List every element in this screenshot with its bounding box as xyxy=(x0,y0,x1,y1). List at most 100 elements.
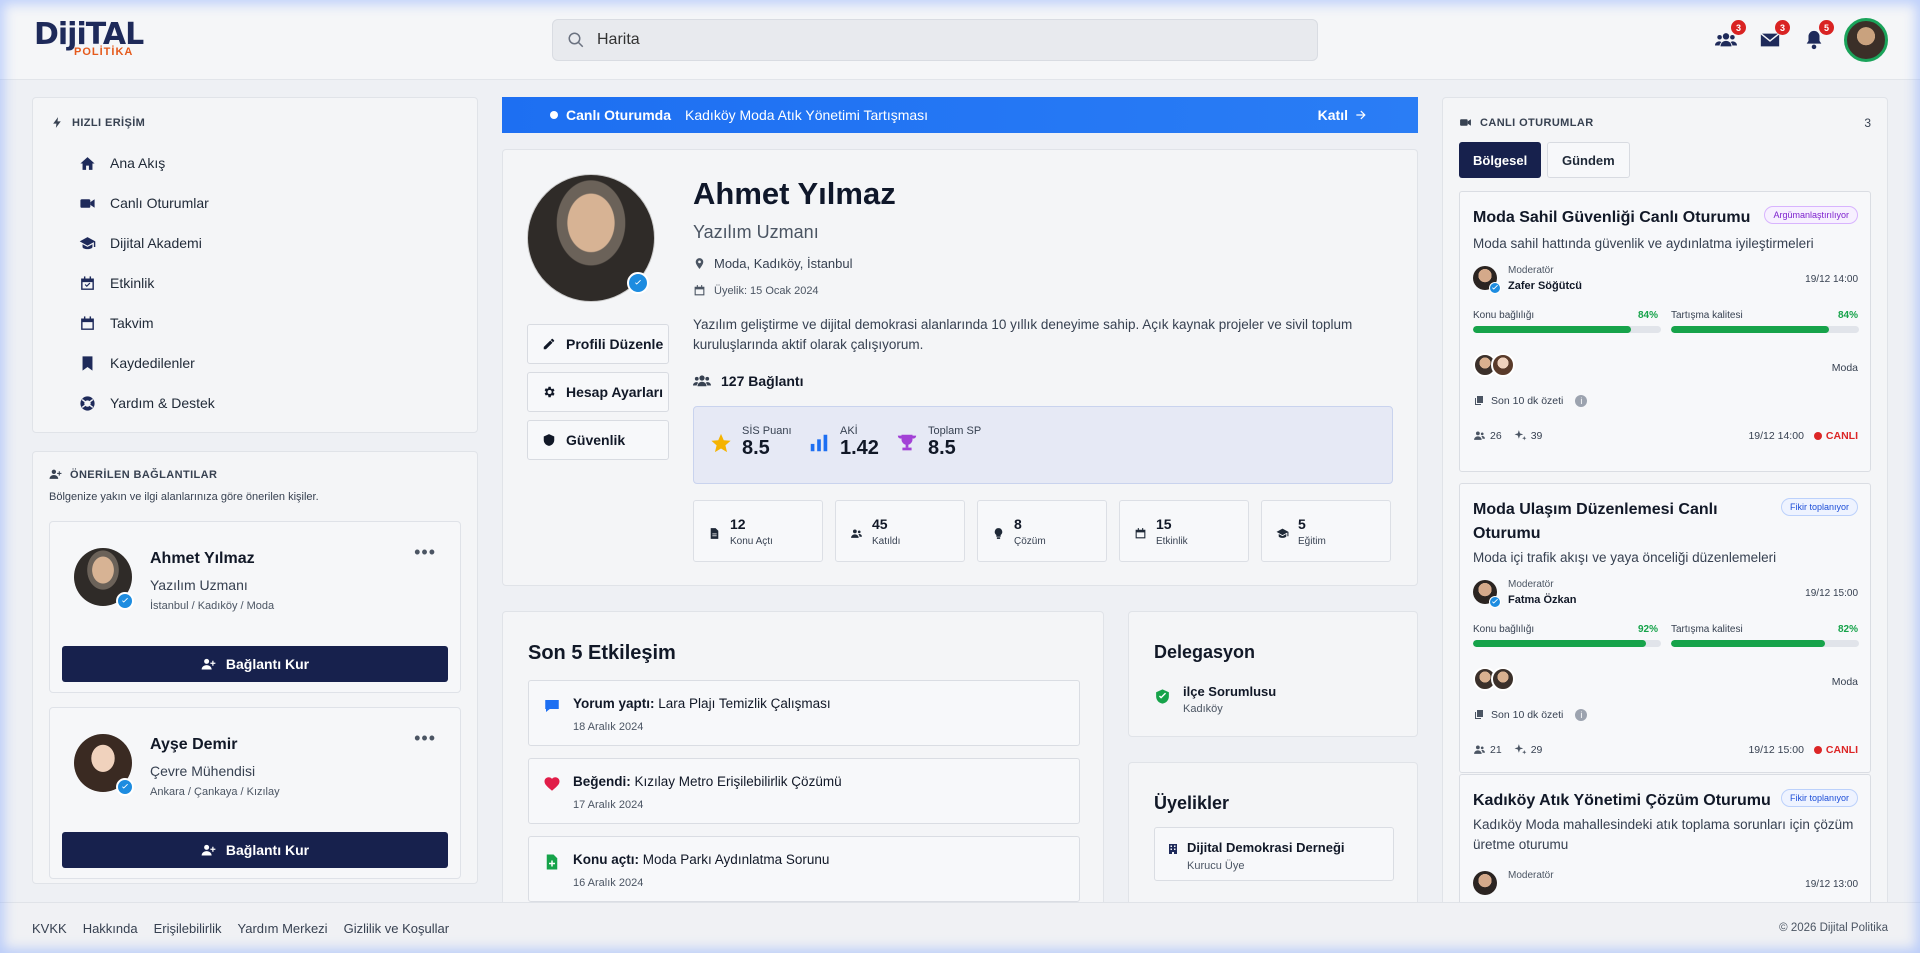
topic-relevance-bar xyxy=(1473,326,1661,333)
logo[interactable]: DijiTAL POLİTİKA xyxy=(34,20,154,60)
account-settings-button[interactable]: Hesap Ayarları xyxy=(527,372,669,412)
stat-label: Katıldı xyxy=(872,536,901,547)
interaction-item[interactable]: Beğendi: Kızılay Metro Erişilebilirlik Ç… xyxy=(528,758,1080,824)
interaction-date: 18 Aralık 2024 xyxy=(573,721,644,733)
stat-joined[interactable]: 45 Katıldı xyxy=(835,500,965,562)
live-banner-text: Kadıköy Moda Atık Yönetimi Tartışması xyxy=(685,107,929,123)
connections-button[interactable]: 3 xyxy=(1712,20,1746,54)
connections-count: 127 Bağlantı xyxy=(721,373,804,389)
users-icon xyxy=(1474,745,1485,754)
search-bar[interactable] xyxy=(552,19,1318,61)
interaction-text: Lara Plajı Temizlik Çalışması xyxy=(658,696,831,711)
home-icon xyxy=(80,156,95,170)
quick-item-live-sessions[interactable]: Canlı Oturumlar xyxy=(51,183,459,223)
live-session-banner[interactable]: Canlı Oturumda Kadıköy Moda Atık Yönetim… xyxy=(502,97,1418,133)
participant-avatars[interactable] xyxy=(1473,667,1515,691)
footer-link-help-center[interactable]: Yardım Merkezi xyxy=(238,921,328,936)
moderator-name[interactable]: Zafer Söğütcü xyxy=(1508,280,1582,292)
graduation-cap-icon xyxy=(1276,528,1289,538)
session-card[interactable]: Kadıköy Atık Yönetimi Çözüm Oturumu Fiki… xyxy=(1459,774,1871,911)
stat-education[interactable]: 5 Eğitim xyxy=(1261,500,1391,562)
stat-topics[interactable]: 12 Konu Açtı xyxy=(693,500,823,562)
stat-events[interactable]: 15 Etkinlik xyxy=(1119,500,1249,562)
membership-item[interactable]: Dijital Demokrasi Derneği Kurucu Üye xyxy=(1154,827,1394,881)
moderator-avatar[interactable] xyxy=(1473,871,1497,895)
live-dot-icon xyxy=(1813,745,1822,754)
stat-solutions[interactable]: 8 Çözüm xyxy=(977,500,1107,562)
spark-count: 29 xyxy=(1530,743,1543,756)
info-icon[interactable]: i xyxy=(1575,395,1588,407)
interaction-type: Konu açtı: xyxy=(573,852,639,867)
footer: KVKK Hakkında Erişilebilirlik Yardım Mer… xyxy=(0,902,1920,953)
quick-item-event[interactable]: Etkinlik xyxy=(51,263,459,303)
edit-profile-button[interactable]: Profili Düzenle xyxy=(527,324,669,364)
session-title[interactable]: Kadıköy Atık Yönetimi Çözüm Oturumu xyxy=(1473,789,1783,813)
footer-link-about[interactable]: Hakkında xyxy=(83,921,138,936)
calendar-icon xyxy=(1135,528,1146,539)
quick-item-saved[interactable]: Kaydedilenler xyxy=(51,343,459,383)
suggestions-title-text: ÖNERİLEN BAĞLANTILAR xyxy=(70,468,218,481)
join-button[interactable]: Katıl xyxy=(1318,107,1368,123)
session-datetime: 19/12 13:00 xyxy=(1805,879,1858,890)
connect-button[interactable]: Bağlantı Kur xyxy=(62,646,448,682)
users-icon xyxy=(1474,431,1485,440)
file-icon xyxy=(710,528,719,539)
quick-item-home[interactable]: Ana Akış xyxy=(51,143,459,183)
progress-fill xyxy=(1671,640,1826,647)
quick-item-academy[interactable]: Dijital Akademi xyxy=(51,223,459,263)
discussion-quality-label: Tartışma kalitesi xyxy=(1671,624,1743,635)
user-avatar[interactable] xyxy=(1844,18,1888,62)
notifications-button[interactable]: 5 xyxy=(1800,20,1834,54)
interaction-title: Yorum yaptı: Lara Plajı Temizlik Çalışma… xyxy=(573,696,831,711)
search-input[interactable] xyxy=(597,31,1277,49)
security-button[interactable]: Güvenlik xyxy=(527,420,669,460)
messages-button[interactable]: 3 xyxy=(1756,20,1790,54)
participant-avatars[interactable] xyxy=(1473,353,1515,377)
summary-link[interactable]: Son 10 dk özeti i xyxy=(1473,395,1588,407)
stat-number: 45 xyxy=(872,516,888,532)
topic-relevance-bar xyxy=(1473,640,1661,647)
gear-icon xyxy=(544,386,555,398)
copyright: © 2026 Dijital Politika xyxy=(1779,922,1888,934)
suggestion-name[interactable]: Ayşe Demir xyxy=(150,736,237,754)
tab-agenda[interactable]: Gündem xyxy=(1547,142,1630,178)
quick-item-help[interactable]: Yardım & Destek xyxy=(51,383,459,423)
live-label: CANLI xyxy=(1825,743,1858,756)
session-title[interactable]: Moda Ulaşım Düzenlemesi Canlı Oturumu xyxy=(1473,498,1763,546)
moderator-name[interactable]: Fatma Özkan xyxy=(1508,594,1576,606)
member-since-text: Üyelik: 15 Ocak 2024 xyxy=(714,284,819,297)
suggestion-name[interactable]: Ahmet Yılmaz xyxy=(150,550,255,568)
live-sessions-panel: CANLI OTURUMLAR 3 Bölgesel Gündem Moda S… xyxy=(1442,97,1888,912)
summary-link[interactable]: Son 10 dk özeti i xyxy=(1473,709,1588,721)
profile-connections[interactable]: 127 Bağlantı xyxy=(693,372,803,390)
footer-link-accessibility[interactable]: Erişilebilirlik xyxy=(154,921,222,936)
info-icon[interactable]: i xyxy=(1575,709,1588,721)
discussion-quality-percent: 82% xyxy=(1837,624,1858,635)
session-description: Kadıköy Moda mahallesindeki atık toplama… xyxy=(1473,817,1854,852)
footer-link-privacy[interactable]: Gizlilik ve Koşullar xyxy=(344,921,449,936)
account-settings-label: Hesap Ayarları xyxy=(566,384,664,400)
more-options-icon[interactable]: ••• xyxy=(414,728,436,749)
connect-button-label: Bağlantı Kur xyxy=(225,842,310,858)
connect-button[interactable]: Bağlantı Kur xyxy=(62,832,448,868)
more-options-icon[interactable]: ••• xyxy=(414,542,436,563)
session-footer: 21 29 19/12 15:00 CANLI xyxy=(1473,743,1858,756)
verified-icon xyxy=(627,272,649,294)
session-title[interactable]: Moda Sahil Güvenliği Canlı Oturumu xyxy=(1473,206,1763,230)
verified-icon xyxy=(1489,596,1501,608)
tab-regional[interactable]: Bölgesel xyxy=(1459,142,1542,178)
session-card[interactable]: Moda Sahil Güvenliği Canlı Oturumu Argüm… xyxy=(1459,191,1871,472)
interaction-item[interactable]: Yorum yaptı: Lara Plajı Temizlik Çalışma… xyxy=(528,680,1080,746)
profile-location-text: Moda, Kadıköy, İstanbul xyxy=(714,256,853,271)
quick-access-title: HIZLI ERİŞİM xyxy=(51,116,459,129)
footer-link-kvkk[interactable]: KVKK xyxy=(32,921,67,936)
connections-badge: 3 xyxy=(1731,20,1746,35)
delegation-panel: Delegasyon ilçe Sorumlusu Kadıköy xyxy=(1128,611,1418,737)
stat-label: Konu Açtı xyxy=(730,536,773,547)
profile-member-since: Üyelik: 15 Ocak 2024 xyxy=(693,284,819,297)
quick-item-calendar[interactable]: Takvim xyxy=(51,303,459,343)
interaction-item[interactable]: Konu açtı: Moda Parkı Aydınlatma Sorunu … xyxy=(528,836,1080,902)
suggestions-subtitle: Bölgenize yakın ve ilgi alanlarınıza gör… xyxy=(49,491,319,503)
topic-relevance-percent: 84% xyxy=(1638,310,1659,321)
session-card[interactable]: Moda Ulaşım Düzenlemesi Canlı Oturumu Fi… xyxy=(1459,483,1871,773)
